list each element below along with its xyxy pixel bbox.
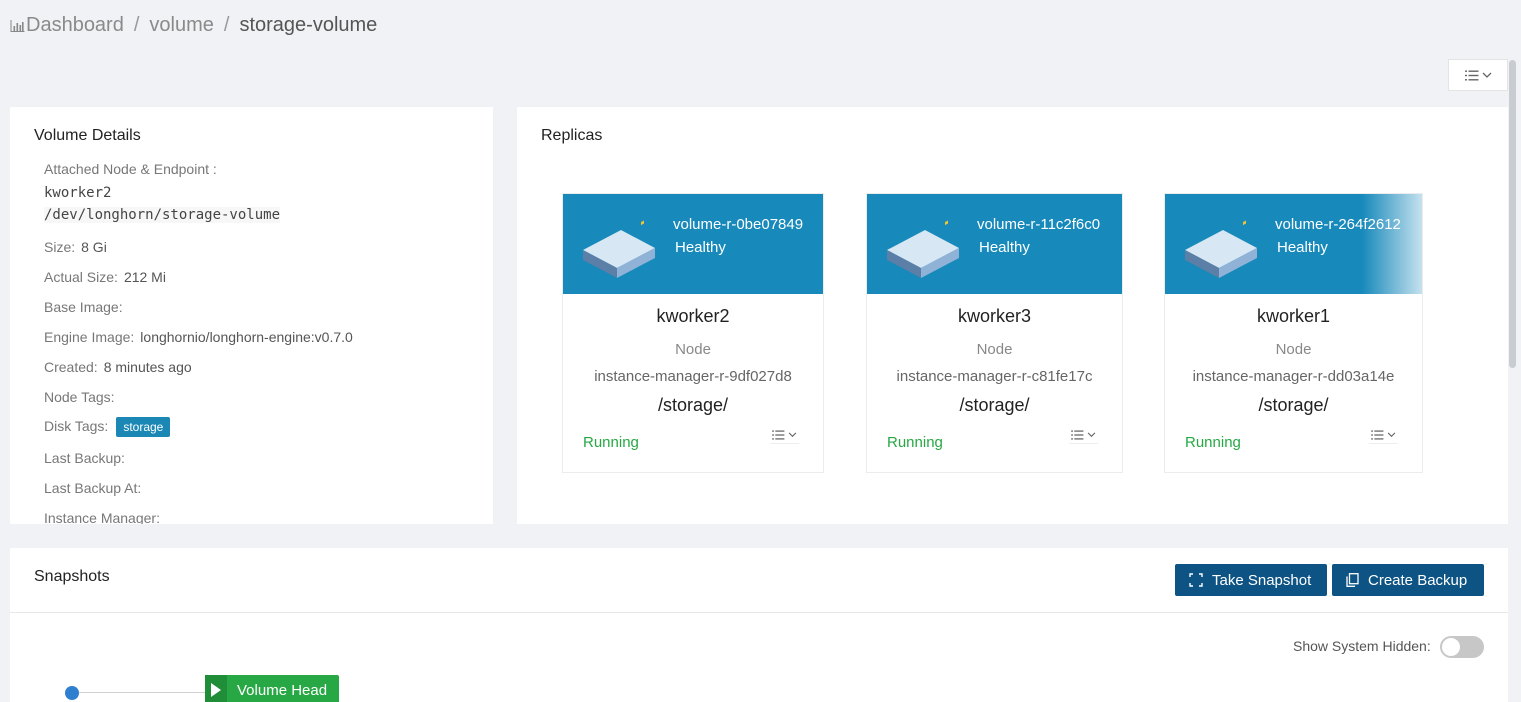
volume-head-node[interactable]: Volume Head bbox=[205, 675, 339, 702]
replicas-panel: Replicas volume-r-0be07849 Healthy kwork… bbox=[517, 107, 1508, 524]
breadcrumb-dashboard[interactable]: Dashboard bbox=[26, 14, 124, 37]
replica-header: volume-r-11c2f6c0 Healthy bbox=[867, 194, 1122, 294]
list-menu-icon bbox=[1071, 430, 1084, 440]
show-system-hidden-toggle[interactable] bbox=[1440, 636, 1484, 658]
page-scrollbar[interactable] bbox=[1509, 60, 1516, 368]
created-label: Created: bbox=[44, 359, 98, 375]
server-icon bbox=[1185, 220, 1257, 278]
breadcrumb-separator: / bbox=[133, 14, 140, 36]
replica-health: Healthy bbox=[1277, 239, 1328, 256]
engine-image-label: Engine Image: bbox=[44, 329, 135, 345]
size-label: Size: bbox=[44, 239, 76, 255]
list-menu-icon bbox=[772, 430, 785, 440]
replica-header: volume-r-0be07849 Healthy bbox=[563, 194, 823, 294]
chevron-down-icon bbox=[1087, 432, 1096, 438]
node-tags-label: Node Tags: bbox=[44, 389, 115, 405]
snapshot-tree-line bbox=[79, 692, 205, 693]
replica-card: volume-r-0be07849 Healthy kworker2 Node … bbox=[562, 193, 824, 473]
show-system-hidden-label: Show System Hidden: bbox=[1293, 638, 1431, 654]
replica-instance-manager: instance-manager-r-9df027d8 bbox=[594, 368, 792, 385]
backup-icon bbox=[1346, 573, 1359, 587]
snapshots-divider bbox=[10, 612, 1508, 613]
replica-instance-manager: instance-manager-r-dd03a14e bbox=[1192, 368, 1395, 385]
list-menu-icon bbox=[1464, 70, 1478, 80]
create-backup-button[interactable]: Create Backup bbox=[1332, 564, 1484, 596]
actual-size-value: 212 Mi bbox=[123, 269, 166, 285]
chevron-down-icon bbox=[1482, 72, 1491, 78]
replica-health: Healthy bbox=[979, 239, 1030, 256]
replica-status: Running bbox=[1185, 434, 1241, 451]
list-menu-icon bbox=[1371, 430, 1384, 440]
replica-health: Healthy bbox=[675, 239, 726, 256]
create-backup-label: Create Backup bbox=[1368, 571, 1468, 589]
take-snapshot-button[interactable]: Take Snapshot bbox=[1175, 564, 1327, 596]
endpoint: /dev/longhorn/storage-volume bbox=[44, 207, 281, 223]
take-snapshot-label: Take Snapshot bbox=[1212, 571, 1312, 589]
replica-node-label: Node bbox=[675, 341, 711, 358]
replica-instance-manager: instance-manager-r-c81fe17c bbox=[896, 368, 1093, 385]
replica-path: /storage/ bbox=[1258, 395, 1329, 415]
volume-head-label: Volume Head bbox=[237, 681, 328, 699]
attached-node: kworker2 bbox=[44, 185, 112, 201]
instance-manager-label: Instance Manager: bbox=[44, 510, 160, 524]
replica-status: Running bbox=[887, 434, 943, 451]
created-value: 8 minutes ago bbox=[103, 359, 192, 375]
replica-name[interactable]: volume-r-0be07849 bbox=[673, 216, 803, 233]
replica-header: volume-r-264f2612 Healthy bbox=[1165, 194, 1422, 294]
volume-details-panel: Volume Details Attached Node & Endpoint … bbox=[10, 107, 493, 524]
replica-node-label: Node bbox=[1275, 341, 1312, 358]
volume-details-title: Volume Details bbox=[34, 127, 141, 144]
replica-node: kworker3 bbox=[957, 306, 1032, 326]
disk-tags-label: Disk Tags: bbox=[44, 418, 109, 434]
disk-tag-badge: storage bbox=[116, 417, 171, 437]
attached-label: Attached Node & Endpoint : bbox=[44, 161, 217, 177]
size-value: 8 Gi bbox=[81, 239, 107, 255]
server-icon bbox=[583, 220, 655, 278]
replica-node: kworker1 bbox=[1256, 306, 1331, 326]
chevron-down-icon bbox=[788, 432, 797, 438]
chevron-down-icon bbox=[1387, 432, 1396, 438]
replicas-title: Replicas bbox=[541, 127, 603, 144]
breadcrumb: Dashboard / volume / storage-volume bbox=[10, 14, 377, 37]
actual-size-label: Actual Size: bbox=[44, 269, 118, 285]
base-image-label: Base Image: bbox=[44, 299, 123, 315]
replica-menu-button[interactable] bbox=[770, 430, 799, 444]
replica-status: Running bbox=[583, 434, 639, 451]
breadcrumb-volume[interactable]: volume bbox=[149, 14, 213, 37]
last-backup-at-label: Last Backup At: bbox=[44, 480, 142, 496]
replica-card: volume-r-264f2612 Healthy kworker1 Node … bbox=[1164, 193, 1423, 473]
toggle-knob bbox=[1442, 638, 1460, 656]
play-icon bbox=[205, 675, 227, 702]
snapshots-title: Snapshots bbox=[34, 568, 110, 585]
last-backup-label: Last Backup: bbox=[44, 450, 125, 466]
snapshots-panel: Snapshots Take Snapshot Create Backup Sh… bbox=[10, 548, 1508, 702]
snapshot-icon bbox=[1189, 573, 1203, 587]
breadcrumb-separator: / bbox=[223, 14, 230, 36]
snapshot-root-node[interactable] bbox=[65, 686, 79, 700]
header-fade bbox=[1362, 194, 1422, 294]
breadcrumb-current: storage-volume bbox=[239, 14, 378, 36]
replica-node-label: Node bbox=[976, 341, 1013, 358]
replica-menu-button[interactable] bbox=[1369, 430, 1398, 444]
server-icon bbox=[887, 220, 959, 278]
bar-chart-icon bbox=[10, 20, 25, 32]
replica-name[interactable]: volume-r-11c2f6c0 bbox=[977, 216, 1100, 233]
volume-actions-menu-button[interactable] bbox=[1448, 59, 1508, 91]
replica-card: volume-r-11c2f6c0 Healthy kworker3 Node … bbox=[866, 193, 1123, 473]
replica-path: /storage/ bbox=[657, 395, 729, 415]
engine-image-value: longhornio/longhorn-engine:v0.7.0 bbox=[140, 329, 353, 345]
replica-path: /storage/ bbox=[959, 395, 1030, 415]
replica-node: kworker2 bbox=[656, 306, 730, 326]
replica-menu-button[interactable] bbox=[1069, 430, 1098, 444]
